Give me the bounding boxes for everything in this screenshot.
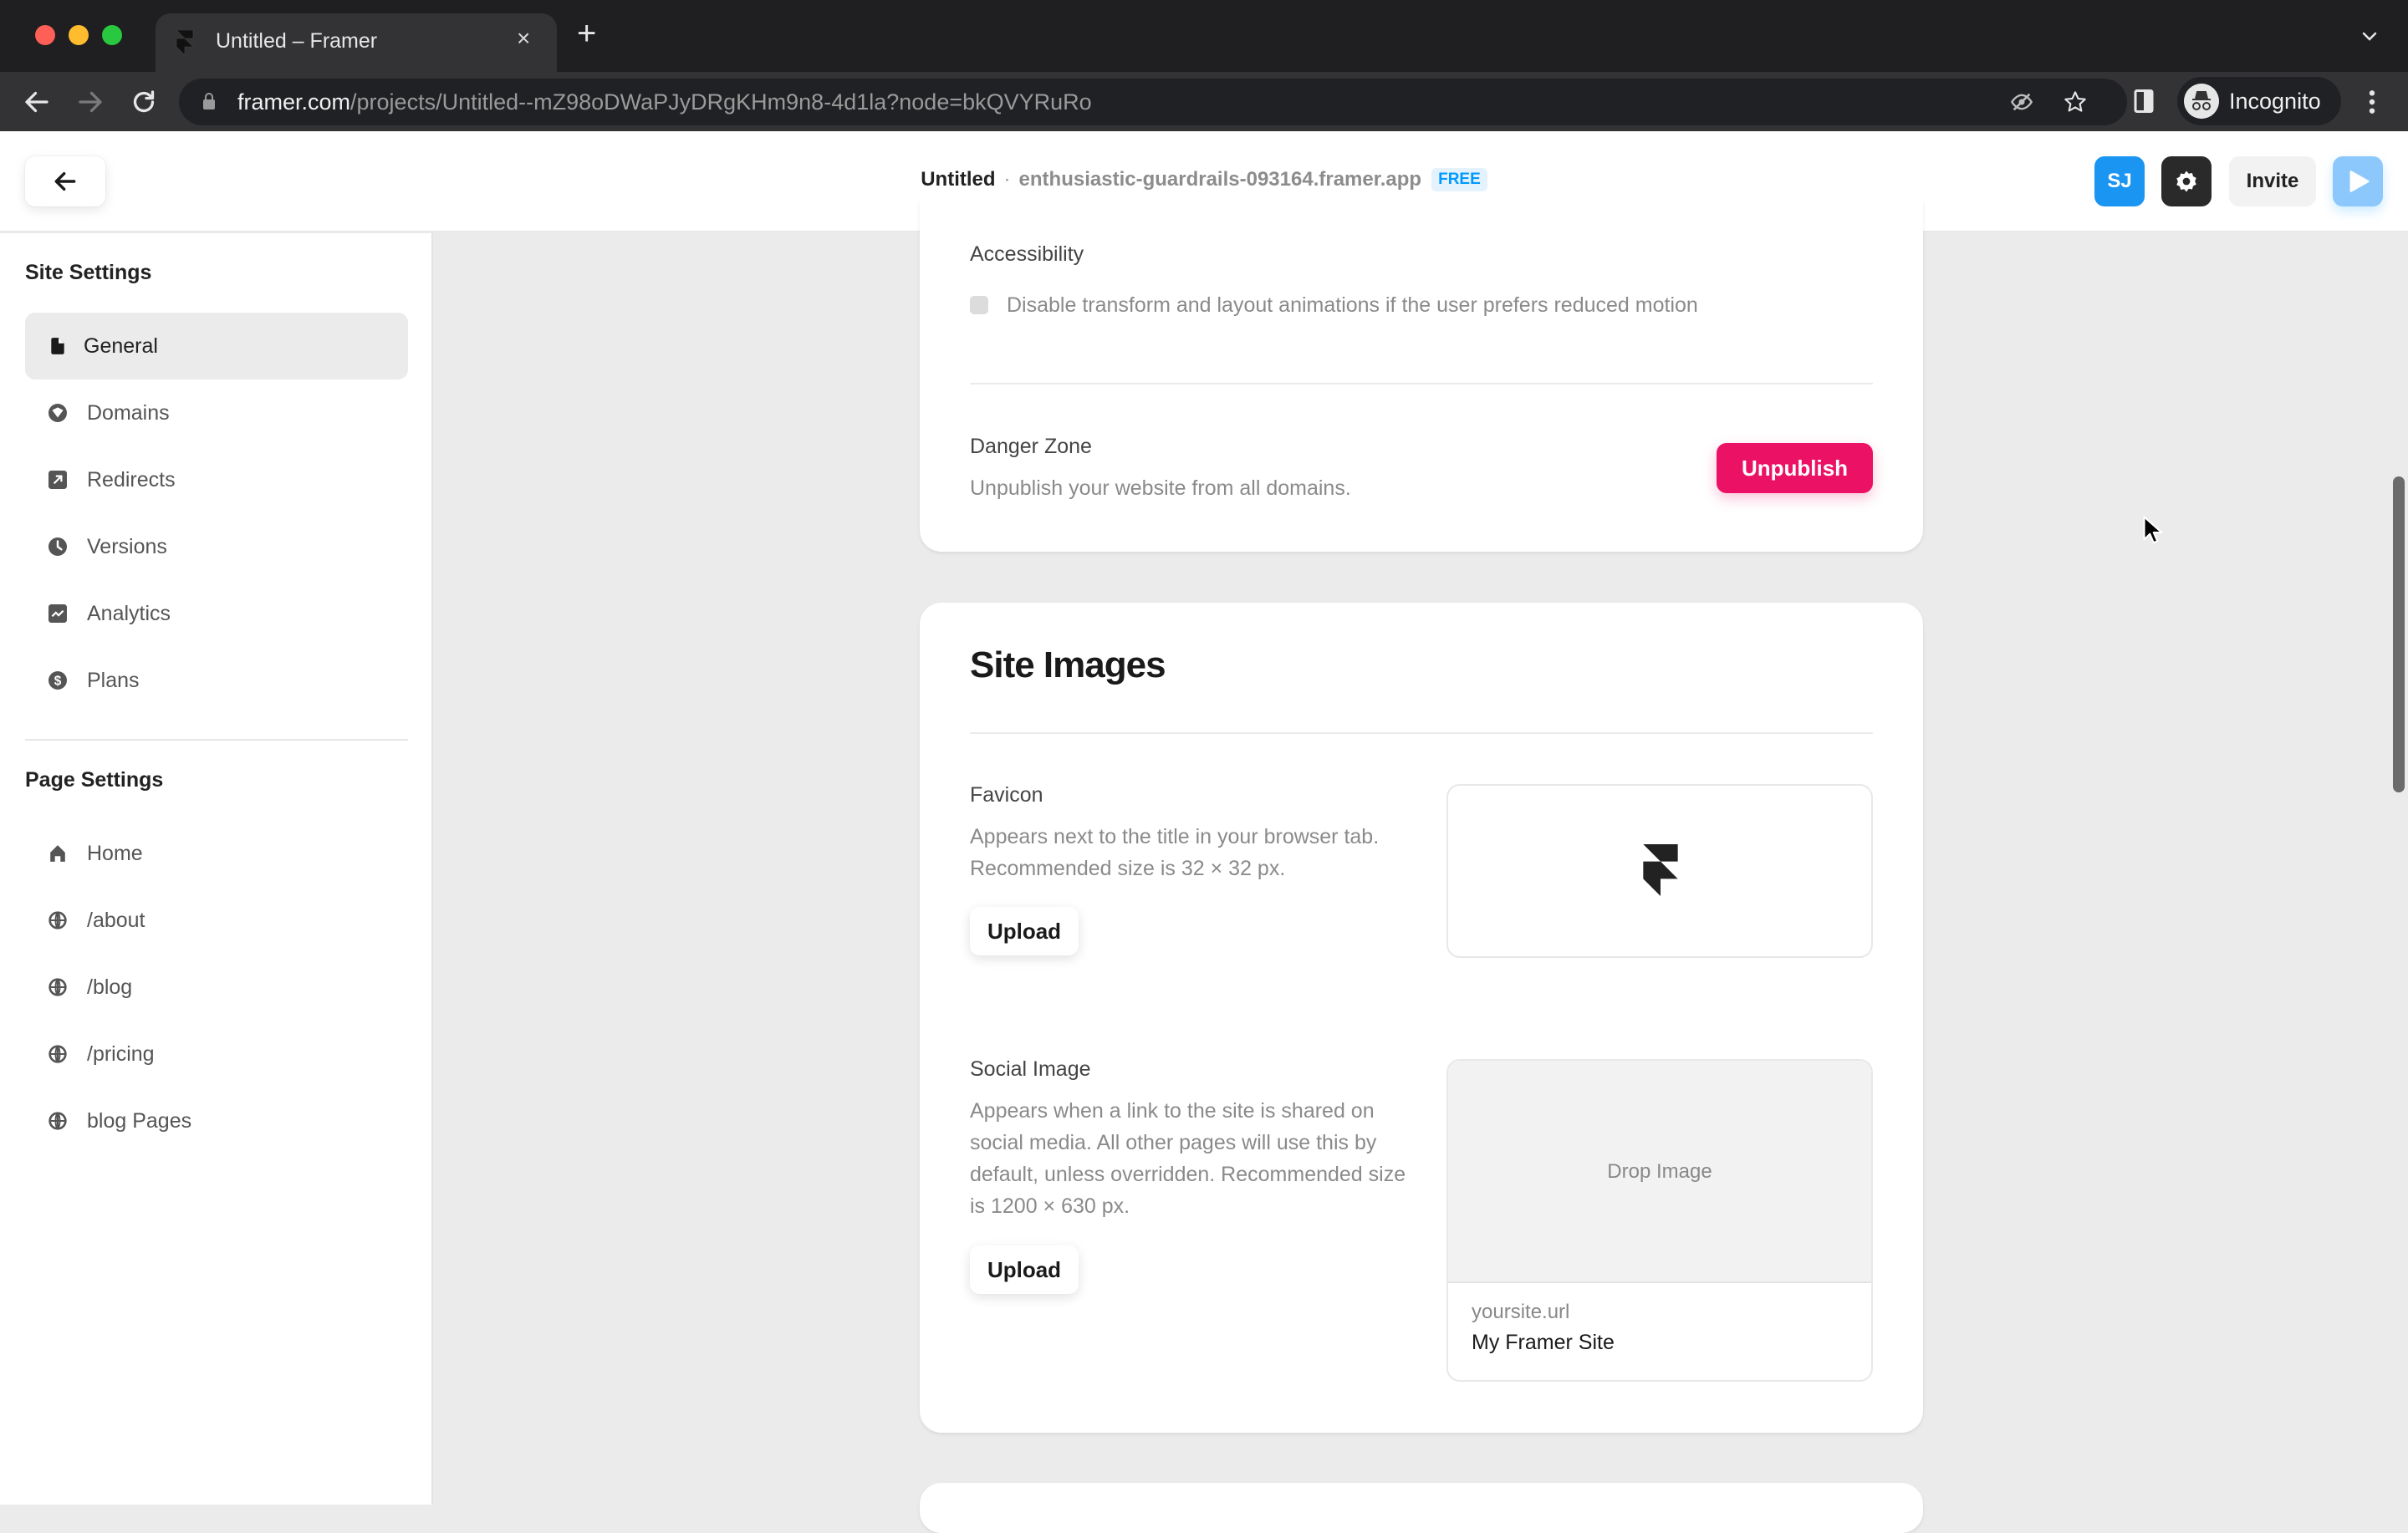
profile-label: Incognito [2229,89,2321,114]
social-image-upload-button[interactable]: Upload [970,1245,1079,1294]
preview-url: yoursite.url [1472,1301,1570,1323]
favicon-upload-button[interactable]: Upload [970,907,1079,955]
framer-logo-icon [176,30,194,55]
sidebar-item-label: /blog [87,975,133,999]
section-divider [970,732,1873,734]
globe-icon [48,978,67,996]
preview-title: My Framer Site [1472,1331,1615,1354]
favicon-label: Favicon [970,783,1043,807]
reduced-motion-label[interactable]: Disable transform and layout animations … [1007,289,1698,321]
social-image-preview[interactable]: Drop Image yoursite.url My Framer Site [1446,1059,1873,1382]
mouse-cursor-icon [2143,516,2163,544]
reduced-motion-checkbox[interactable] [970,296,988,314]
social-image-description: Appears when a link to the site is share… [970,1099,1406,1218]
url-text: framer.com/projects/Untitled--mZ98oDWaPJ… [237,89,1092,115]
clock-icon [48,537,67,556]
sidebar-item-blog-pages[interactable]: blog Pages [25,1087,408,1154]
sidebar-item-pricing[interactable]: /pricing [25,1021,408,1087]
back-arrow-icon[interactable] [22,87,52,117]
side-panel-icon[interactable] [2132,89,2155,114]
general-settings-card: Accessibility Disable transform and layo… [920,201,1923,552]
site-images-title: Site Images [970,644,1166,685]
sidebar-item-label: Plans [87,669,140,692]
accessibility-label: Accessibility [970,242,1084,266]
forward-arrow-icon[interactable] [75,87,105,117]
globe-icon [48,1045,67,1063]
play-icon [2349,171,2370,192]
social-image-label: Social Image [970,1057,1091,1081]
sidebar-item-blog[interactable]: /blog [25,954,408,1021]
sidebar-item-label: /pricing [87,1042,155,1066]
reload-icon[interactable] [129,87,159,117]
window-minimize-button[interactable] [69,25,89,45]
incognito-profile-button[interactable]: Incognito [2177,77,2341,125]
sidebar-item-label: Home [87,842,143,865]
globe-icon [48,911,67,929]
sidebar-item-label: Analytics [87,602,171,625]
dollar-icon: $ [48,671,67,690]
site-settings-heading: Site Settings [25,261,152,284]
settings-sidebar: Site Settings General Domains Redirects … [0,233,433,1505]
home-icon [50,845,65,862]
sidebar-item-label: /about [87,909,145,932]
drop-image-zone[interactable]: Drop Image [1448,1061,1871,1283]
sidebar-item-general[interactable]: General [25,313,408,379]
project-domain[interactable]: enthusiastic-guardrails-093164.framer.ap… [1019,168,1422,191]
sidebar-item-label: General [84,334,158,358]
sidebar-item-versions[interactable]: Versions [25,513,408,580]
chart-icon [48,604,67,623]
browser-tab-bar: Untitled – Framer × + [0,0,2408,72]
plan-badge: FREE [1431,168,1487,191]
sidebar-item-label: blog Pages [87,1109,192,1133]
incognito-icon [2184,84,2219,119]
svg-text:$: $ [54,675,62,689]
separator: · [1003,168,1011,191]
tab-title: Untitled – Framer [216,29,378,53]
sidebar-item-label: Versions [87,535,167,558]
redirect-arrow-icon [48,471,67,489]
section-divider [970,383,1873,385]
sidebar-item-label: Redirects [87,468,176,491]
new-tab-button[interactable]: + [577,17,596,50]
user-avatar-button[interactable]: SJ [2094,156,2145,206]
favicon-preview[interactable] [1446,784,1873,958]
sidebar-item-redirects[interactable]: Redirects [25,446,408,513]
sidebar-item-home[interactable]: Home [25,820,408,887]
address-bar[interactable]: framer.com/projects/Untitled--mZ98oDWaPJ… [179,79,2127,125]
framer-logo-icon [1643,844,1678,896]
tab-search-chevron-icon[interactable] [2360,27,2380,47]
project-info: Untitled · enthusiastic-guardrails-093164.… [0,168,2408,191]
scrollbar-thumb[interactable] [2393,476,2405,792]
lock-icon[interactable] [202,92,216,110]
next-settings-card [920,1483,1923,1533]
page-settings-heading: Page Settings [25,768,164,792]
browser-menu-icon[interactable] [2366,89,2378,115]
settings-button[interactable] [2161,156,2212,206]
favicon-description: Appears next to the title in your browse… [970,825,1380,880]
sidebar-item-plans[interactable]: $ Plans [25,647,408,714]
invite-button[interactable]: Invite [2229,156,2316,206]
window-close-button[interactable] [35,25,55,45]
danger-zone-description: Unpublish your website from all domains. [970,476,1351,500]
bookmark-star-icon[interactable] [2064,90,2087,114]
unpublish-button[interactable]: Unpublish [1717,443,1873,493]
browser-tab[interactable]: Untitled – Framer × [156,13,557,72]
project-name: Untitled [921,168,996,191]
sidebar-divider [25,739,408,741]
globe-icon [48,1112,67,1130]
globe-filled-icon [48,404,67,422]
document-icon [51,338,64,354]
danger-zone-label: Danger Zone [970,435,1092,458]
sidebar-item-about[interactable]: /about [25,887,408,954]
eye-off-icon[interactable] [2010,90,2033,114]
sidebar-item-label: Domains [87,401,170,425]
browser-toolbar: framer.com/projects/Untitled--mZ98oDWaPJ… [0,72,2408,131]
sidebar-item-analytics[interactable]: Analytics [25,580,408,647]
window-maximize-button[interactable] [102,25,122,45]
preview-button[interactable] [2333,156,2383,206]
tab-close-icon[interactable]: × [517,25,530,52]
sidebar-item-domains[interactable]: Domains [25,379,408,446]
site-images-card: Site Images Favicon Appears next to the … [920,603,1923,1433]
gear-icon [2176,171,2196,192]
